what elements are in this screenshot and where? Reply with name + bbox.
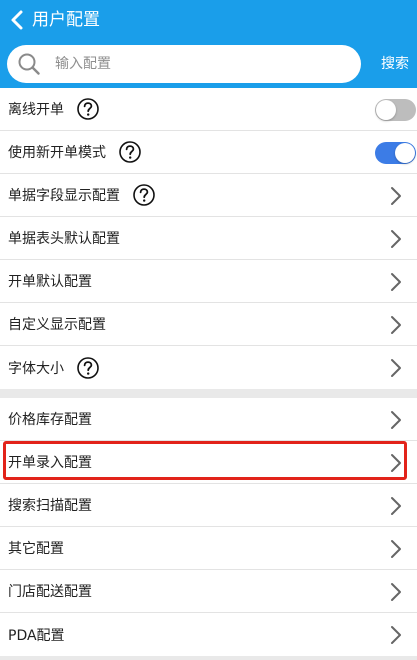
search-button[interactable]: 搜索 xyxy=(369,50,417,78)
settings-row-label: PDA配置 xyxy=(8,627,65,644)
settings-row-label: 其它配置 xyxy=(8,541,64,557)
chevron-right-icon xyxy=(391,273,401,291)
settings-row-label: 搜索扫描配置 xyxy=(8,498,92,514)
toggle-knob xyxy=(376,100,396,120)
chevron-right-icon xyxy=(391,187,401,205)
chevron-right-icon xyxy=(391,454,401,472)
help-question-icon[interactable] xyxy=(77,98,99,120)
settings-row[interactable]: 价格库存配置 xyxy=(0,398,417,441)
search-icon xyxy=(18,53,40,75)
settings-group-2: 价格库存配置 开单录入配置 搜索扫描配置 其它配置门店配送配置 PDA配置 xyxy=(0,398,417,656)
settings-row[interactable]: 开单录入配置 xyxy=(0,441,417,484)
settings-row[interactable]: 单据表头默认配置 xyxy=(0,217,417,260)
back-button[interactable] xyxy=(2,0,32,40)
chevron-left-icon xyxy=(11,10,23,30)
search-box[interactable] xyxy=(7,45,361,83)
page-title: 用户配置 xyxy=(32,10,100,30)
chevron-right-icon xyxy=(391,411,401,429)
toggle-switch[interactable] xyxy=(375,99,416,121)
settings-row[interactable]: 使用新开单模式 xyxy=(0,131,417,174)
settings-row-label: 开单默认配置 xyxy=(8,274,92,290)
settings-row[interactable]: 自定义显示配置 xyxy=(0,303,417,346)
settings-row[interactable]: 离线开单 xyxy=(0,88,417,131)
settings-row-label: 自定义显示配置 xyxy=(8,317,106,333)
help-question-icon[interactable] xyxy=(119,141,141,163)
toggle-knob xyxy=(395,143,415,163)
settings-row-label: 字体大小 xyxy=(8,360,64,377)
search-input[interactable] xyxy=(55,56,335,72)
settings-row[interactable]: 开单默认配置 xyxy=(0,260,417,303)
chevron-right-icon xyxy=(391,359,401,377)
settings-row[interactable]: 搜索扫描配置 xyxy=(0,484,417,527)
toggle-switch[interactable] xyxy=(375,142,416,164)
settings-row-label: 开单录入配置 xyxy=(8,455,92,471)
chevron-right-icon xyxy=(391,230,401,248)
settings-row-label: 使用新开单模式 xyxy=(8,145,106,161)
settings-row[interactable]: 其它配置 xyxy=(0,527,417,570)
settings-row[interactable]: PDA配置 xyxy=(0,613,417,656)
help-question-icon[interactable] xyxy=(77,356,99,379)
settings-row[interactable]: 单据字段显示配置 xyxy=(0,174,417,217)
settings-row-label: 离线开单 xyxy=(8,102,64,118)
settings-row[interactable]: 门店配送配置 xyxy=(0,570,417,613)
chevron-right-icon xyxy=(391,497,401,515)
settings-group-1: 离线开单使用新开单模式 单据字段显示配置 单据表头默认配置 开单默认配置 自定义显示配置… xyxy=(0,88,417,389)
chevron-right-icon xyxy=(391,316,401,334)
settings-row-label: 价格库存配置 xyxy=(8,412,92,428)
chevron-right-icon xyxy=(391,583,401,601)
settings-row[interactable]: 字体大小 xyxy=(0,346,417,389)
settings-row-label: 单据表头默认配置 xyxy=(8,231,120,247)
help-question-icon[interactable] xyxy=(133,184,155,206)
title-bar: 用户配置 xyxy=(0,0,417,40)
chevron-right-icon xyxy=(391,540,401,558)
settings-row-label: 门店配送配置 xyxy=(8,584,92,600)
chevron-right-icon xyxy=(391,626,401,644)
settings-row-label: 单据字段显示配置 xyxy=(8,188,120,204)
app-header: 用户配置 搜索 xyxy=(0,0,417,90)
